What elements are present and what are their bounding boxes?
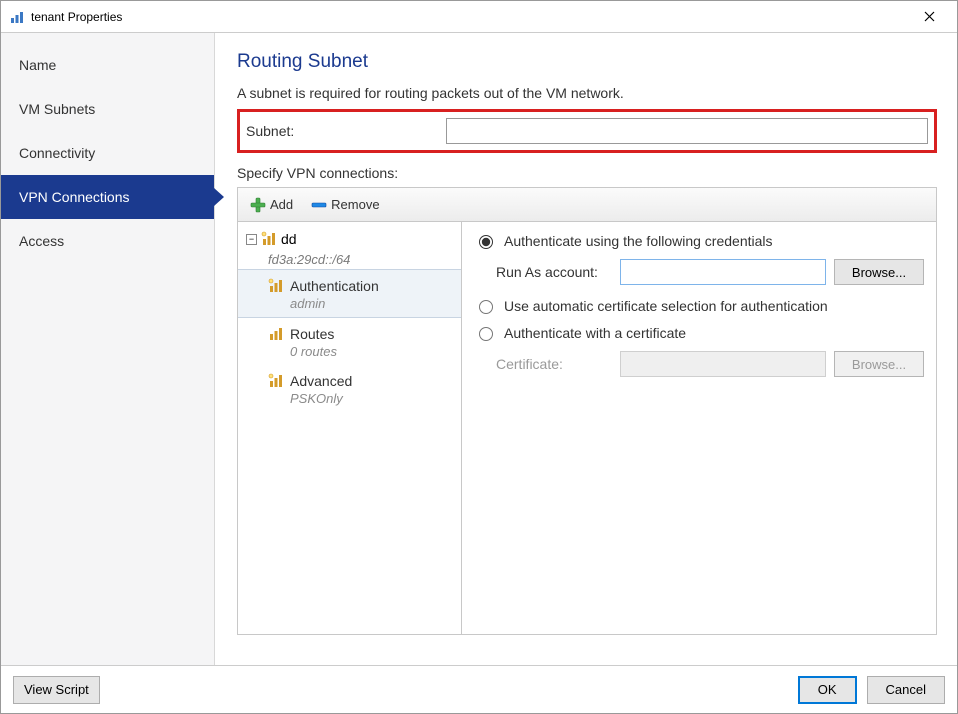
- sidebar-item-connectivity[interactable]: Connectivity: [1, 131, 214, 175]
- remove-label: Remove: [331, 197, 379, 212]
- tree-child-sub: PSKOnly: [268, 389, 461, 410]
- add-button[interactable]: Add: [244, 194, 299, 216]
- page-heading: Routing Subnet: [237, 51, 937, 73]
- credentials-radio[interactable]: [479, 235, 493, 249]
- cert-input: [620, 351, 826, 377]
- subnet-input[interactable]: [446, 118, 928, 144]
- window-title: tenant Properties: [31, 10, 909, 24]
- view-script-button[interactable]: View Script: [13, 676, 100, 704]
- radio-autocert[interactable]: Use automatic certificate selection for …: [474, 297, 924, 314]
- runas-label: Run As account:: [496, 264, 612, 280]
- authcert-radio[interactable]: [479, 327, 493, 341]
- tree-child-advanced[interactable]: Advanced PSKOnly: [238, 365, 461, 412]
- sidebar: Name VM Subnets Connectivity VPN Connect…: [1, 33, 215, 665]
- add-icon: [250, 197, 266, 213]
- page-description: A subnet is required for routing packets…: [237, 85, 937, 101]
- tree-child-authentication[interactable]: Authentication admin: [238, 269, 461, 318]
- tree-child-sub: 0 routes: [268, 342, 461, 363]
- tree-child-label: Routes: [290, 326, 334, 342]
- remove-button[interactable]: Remove: [305, 194, 385, 216]
- vpn-toolbar: Add Remove: [238, 188, 936, 222]
- routes-icon: [268, 326, 284, 342]
- specify-label: Specify VPN connections:: [237, 165, 937, 181]
- close-button[interactable]: [909, 1, 949, 33]
- radio-credentials[interactable]: Authenticate using the following credent…: [474, 232, 924, 249]
- radio-authcert[interactable]: Authenticate with a certificate: [474, 324, 924, 341]
- body: Name VM Subnets Connectivity VPN Connect…: [1, 33, 957, 665]
- tree-root-name: dd: [281, 231, 297, 247]
- title-bar: tenant Properties: [1, 1, 957, 33]
- tree-root[interactable]: − dd: [238, 228, 461, 250]
- ok-button[interactable]: OK: [798, 676, 857, 704]
- autocert-label: Use automatic certificate selection for …: [504, 298, 828, 314]
- node-icon: [261, 231, 277, 247]
- browse-cert-button: Browse...: [834, 351, 924, 377]
- runas-row: Run As account: Browse...: [474, 259, 924, 285]
- remove-icon: [311, 197, 327, 213]
- auth-icon: [268, 278, 284, 294]
- subnet-label: Subnet:: [246, 123, 446, 139]
- sidebar-item-access[interactable]: Access: [1, 219, 214, 263]
- tree-child-label: Advanced: [290, 373, 352, 389]
- cert-row: Certificate: Browse...: [474, 351, 924, 377]
- cancel-button[interactable]: Cancel: [867, 676, 945, 704]
- tree-root-sub: fd3a:29cd::/64: [238, 250, 461, 269]
- subnet-row-highlight: Subnet:: [237, 109, 937, 153]
- sidebar-item-vpn-connections[interactable]: VPN Connections: [1, 175, 214, 219]
- dialog-window: tenant Properties Name VM Subnets Connec…: [0, 0, 958, 714]
- cert-label: Certificate:: [496, 356, 612, 372]
- authcert-label: Authenticate with a certificate: [504, 325, 686, 341]
- app-icon: [9, 9, 25, 25]
- tree-child-label: Authentication: [290, 278, 379, 294]
- sidebar-item-vm-subnets[interactable]: VM Subnets: [1, 87, 214, 131]
- add-label: Add: [270, 197, 293, 212]
- vpn-connections-panel: Add Remove −: [237, 187, 937, 635]
- sidebar-item-name[interactable]: Name: [1, 43, 214, 87]
- auth-details: Authenticate using the following credent…: [462, 222, 936, 634]
- vpn-body: − dd fd3a:29cd::/64: [238, 222, 936, 634]
- tree-child-sub: admin: [268, 294, 461, 315]
- runas-input[interactable]: [620, 259, 826, 285]
- advanced-icon: [268, 373, 284, 389]
- autocert-radio[interactable]: [479, 300, 493, 314]
- footer: View Script OK Cancel: [1, 665, 957, 713]
- tree-child-routes[interactable]: Routes 0 routes: [238, 318, 461, 365]
- vpn-tree: − dd fd3a:29cd::/64: [238, 222, 462, 634]
- credentials-label: Authenticate using the following credent…: [504, 233, 773, 249]
- expander-icon[interactable]: −: [246, 234, 257, 245]
- main-panel: Routing Subnet A subnet is required for …: [215, 33, 957, 665]
- browse-runas-button[interactable]: Browse...: [834, 259, 924, 285]
